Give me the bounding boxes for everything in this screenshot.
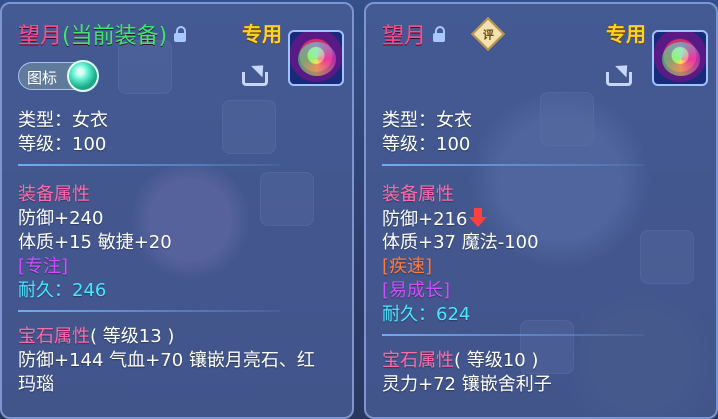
equip-attributes-title: 装备属性 bbox=[18, 184, 90, 205]
stat-defense-row: 防御+216 bbox=[382, 208, 488, 231]
exclusive-label: 专用 bbox=[606, 22, 646, 46]
divider bbox=[18, 310, 280, 312]
gem-attributes-header: 宝石属性( 等级13 ) bbox=[18, 326, 174, 348]
durability: 耐久：624 bbox=[382, 304, 471, 325]
gem-attributes-header: 宝石属性( 等级10 ) bbox=[382, 350, 538, 372]
current-equipment-label: (当前装备) bbox=[62, 24, 168, 49]
stat-defense: 防御+216 bbox=[382, 209, 468, 230]
special-effect-tag: [疾速] bbox=[382, 256, 433, 277]
divider bbox=[382, 164, 644, 166]
lock-icon bbox=[173, 26, 187, 42]
divider bbox=[18, 164, 280, 166]
item-title-row: 望月(当前装备) bbox=[18, 16, 187, 52]
item-name: 望月(当前装备) bbox=[18, 24, 168, 49]
item-type: 类型：女衣 bbox=[382, 110, 472, 131]
lock-icon bbox=[432, 26, 446, 42]
gem-level: ( 等级13 ) bbox=[90, 326, 175, 347]
stat-decrease-icon bbox=[469, 208, 488, 228]
special-effect-tag: [专注] bbox=[18, 256, 69, 277]
durability: 耐久：246 bbox=[18, 280, 107, 301]
gem-level: ( 等级10 ) bbox=[454, 350, 539, 371]
item-type: 类型：女衣 bbox=[18, 110, 108, 131]
item-portrait-icon bbox=[652, 30, 708, 86]
stat-secondary: 体质+37 魔法-100 bbox=[382, 232, 539, 253]
gem-stats-line: 防御+144 气血+70 镶嵌月亮石、红 bbox=[18, 350, 315, 371]
gem-stats-line: 玛瑙 bbox=[18, 374, 54, 395]
icon-toggle[interactable]: 图标 bbox=[18, 60, 99, 92]
divider bbox=[382, 334, 644, 336]
toggle-knob-icon bbox=[67, 60, 99, 92]
share-icon[interactable] bbox=[242, 59, 270, 86]
item-level: 等级：100 bbox=[382, 134, 471, 155]
icon-toggle-label: 图标 bbox=[27, 69, 58, 87]
equipped-item-tooltip: 望月(当前装备) 专用 图标 类型：女衣 等级：100 装备属性 防御+240 … bbox=[0, 2, 354, 419]
item-level: 等级：100 bbox=[18, 134, 107, 155]
compare-item-tooltip: 望月 评 专用 类型：女衣 等级：100 装备属性 防御+216 体质+37 魔… bbox=[364, 2, 718, 419]
rating-badge-icon[interactable]: 评 bbox=[471, 17, 505, 51]
exclusive-label: 专用 bbox=[242, 22, 282, 46]
stat-secondary: 体质+15 敏捷+20 bbox=[18, 232, 172, 253]
item-name: 望月 bbox=[382, 24, 427, 49]
equip-attributes-title: 装备属性 bbox=[382, 184, 454, 205]
stat-defense: 防御+240 bbox=[18, 208, 104, 229]
item-title-row: 望月 评 bbox=[382, 16, 505, 52]
item-portrait-icon bbox=[288, 30, 344, 86]
gem-stats-line: 灵力+72 镶嵌舍利子 bbox=[382, 374, 552, 395]
special-effect-tag: [易成长] bbox=[382, 280, 451, 301]
gem-attributes-title: 宝石属性 bbox=[382, 350, 454, 371]
share-icon[interactable] bbox=[606, 59, 634, 86]
gem-attributes-title: 宝石属性 bbox=[18, 326, 90, 347]
